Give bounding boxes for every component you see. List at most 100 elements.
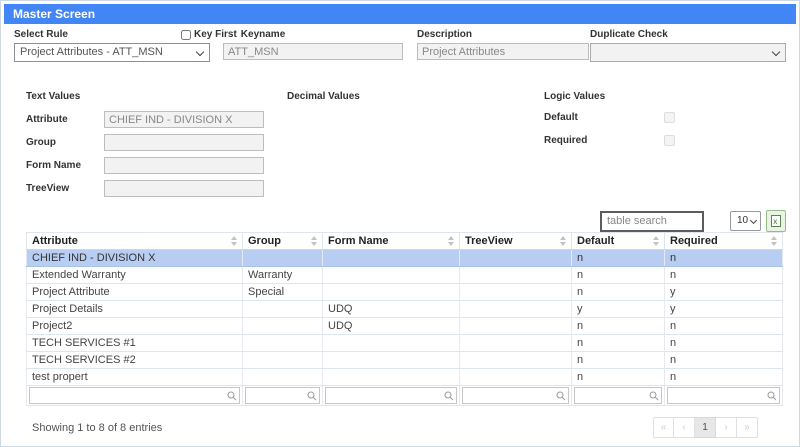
pagination-page-1-button[interactable]: 1 [695, 417, 716, 438]
cell-required: n [664, 368, 783, 386]
table-header-row: Attribute Group Form Name TreeView Defau… [26, 232, 783, 250]
pagination-last-button[interactable]: » [737, 417, 758, 438]
cell-default: n [571, 283, 665, 301]
excel-export-icon: x [771, 215, 781, 227]
cell-attribute: test propert [26, 368, 243, 386]
cell-group [242, 334, 323, 352]
filter-treeview-input[interactable] [462, 387, 569, 404]
cell-form-name [322, 266, 460, 284]
cell-group [242, 249, 323, 267]
table-row[interactable]: TECH SERVICES #1 n n [26, 334, 783, 352]
table-search-input[interactable] [600, 210, 704, 232]
cell-treeview [459, 266, 572, 284]
cell-treeview [459, 317, 572, 335]
cell-treeview [459, 368, 572, 386]
cell-default: n [571, 317, 665, 335]
column-header-form-name[interactable]: Form Name [322, 232, 460, 250]
description-field[interactable] [417, 43, 589, 60]
form-name-field[interactable] [104, 157, 264, 174]
search-icon [767, 391, 777, 401]
cell-form-name [322, 368, 460, 386]
default-checkbox[interactable] [664, 112, 675, 123]
table-row[interactable]: TECH SERVICES #2 n n [26, 351, 783, 369]
search-icon [444, 391, 454, 401]
cell-default: n [571, 334, 665, 352]
cell-form-name: UDQ [322, 300, 460, 318]
cell-group [242, 300, 323, 318]
required-checkbox[interactable] [664, 135, 675, 146]
cell-attribute: CHIEF IND - DIVISION X [26, 249, 243, 267]
table-row[interactable]: Project Details UDQ y y [26, 300, 783, 318]
cell-default: n [571, 351, 665, 369]
pagination-next-button[interactable]: › [716, 417, 737, 438]
default-label: Default [544, 112, 578, 123]
page-size-select[interactable]: 10 [730, 211, 761, 231]
table-row[interactable]: test propert n n [26, 368, 783, 386]
sort-icon [311, 236, 318, 246]
select-rule-dropdown[interactable]: Project Attributes - ATT_MSN [14, 43, 210, 62]
table-controls: 10 x [4, 203, 796, 232]
cell-default: n [571, 368, 665, 386]
select-rule-value: Project Attributes - ATT_MSN [20, 46, 163, 58]
showing-entries-text: Showing 1 to 8 of 8 entries [32, 421, 163, 434]
treeview-field[interactable] [104, 180, 264, 197]
group-field[interactable] [104, 134, 264, 151]
cell-treeview [459, 283, 572, 301]
search-icon [307, 391, 317, 401]
text-values-section: Text Values Attribute Group Form Name Tr… [26, 91, 287, 203]
cell-treeview [459, 300, 572, 318]
cell-form-name: UDQ [322, 317, 460, 335]
cell-form-name [322, 283, 460, 301]
page-size-value: 10 [737, 215, 749, 226]
cell-treeview [459, 249, 572, 267]
form-name-label: Form Name [26, 160, 82, 171]
cell-attribute: Project2 [26, 317, 243, 335]
cell-required: n [664, 266, 783, 284]
cell-treeview [459, 351, 572, 369]
svg-text:x: x [773, 217, 777, 226]
key-first-checkbox[interactable] [181, 29, 191, 40]
cell-group [242, 317, 323, 335]
attribute-field[interactable] [104, 111, 264, 128]
table-row[interactable]: Project Attribute Special n y [26, 283, 783, 301]
filter-required-input[interactable] [667, 387, 780, 404]
filter-attribute-input[interactable] [29, 387, 240, 404]
description-label: Description [417, 29, 473, 40]
chevron-down-icon [195, 47, 205, 57]
pagination-prev-button[interactable]: ‹ [674, 417, 695, 438]
column-header-treeview[interactable]: TreeView [459, 232, 572, 250]
cell-group: Warranty [242, 266, 323, 284]
duplicate-check-dropdown[interactable] [590, 43, 786, 62]
cell-form-name [322, 351, 460, 369]
cell-required: y [664, 283, 783, 301]
chevron-down-icon [771, 47, 781, 57]
pagination-first-button[interactable]: « [653, 417, 674, 438]
text-values-title: Text Values [26, 91, 81, 102]
table-row[interactable]: CHIEF IND - DIVISION X n n [26, 249, 783, 267]
table-row[interactable]: Project2 UDQ n n [26, 317, 783, 335]
excel-export-button[interactable]: x [766, 210, 786, 232]
values-section: Text Values Attribute Group Form Name Tr… [4, 62, 796, 203]
decimal-values-title: Decimal Values [287, 91, 360, 102]
column-header-required[interactable]: Required [664, 232, 783, 250]
pagination: « ‹ 1 › » [653, 417, 758, 438]
cell-default: n [571, 249, 665, 267]
column-header-group[interactable]: Group [242, 232, 323, 250]
cell-required: n [664, 249, 783, 267]
table-row[interactable]: Extended Warranty Warranty n n [26, 266, 783, 284]
cell-group [242, 351, 323, 369]
keyname-label: Keyname [240, 29, 286, 40]
sort-icon [653, 236, 660, 246]
table-body: CHIEF IND - DIVISION X n n Extended Warr… [26, 249, 783, 386]
cell-group [242, 368, 323, 386]
sort-icon [231, 236, 238, 246]
filter-form-name-input[interactable] [325, 387, 457, 404]
cell-default: y [571, 300, 665, 318]
cell-required: n [664, 351, 783, 369]
column-header-default[interactable]: Default [571, 232, 665, 250]
sort-icon [771, 236, 778, 246]
cell-form-name [322, 334, 460, 352]
keyname-field[interactable] [223, 43, 403, 60]
page-title: Master Screen [4, 4, 796, 24]
column-header-attribute[interactable]: Attribute [26, 232, 243, 250]
